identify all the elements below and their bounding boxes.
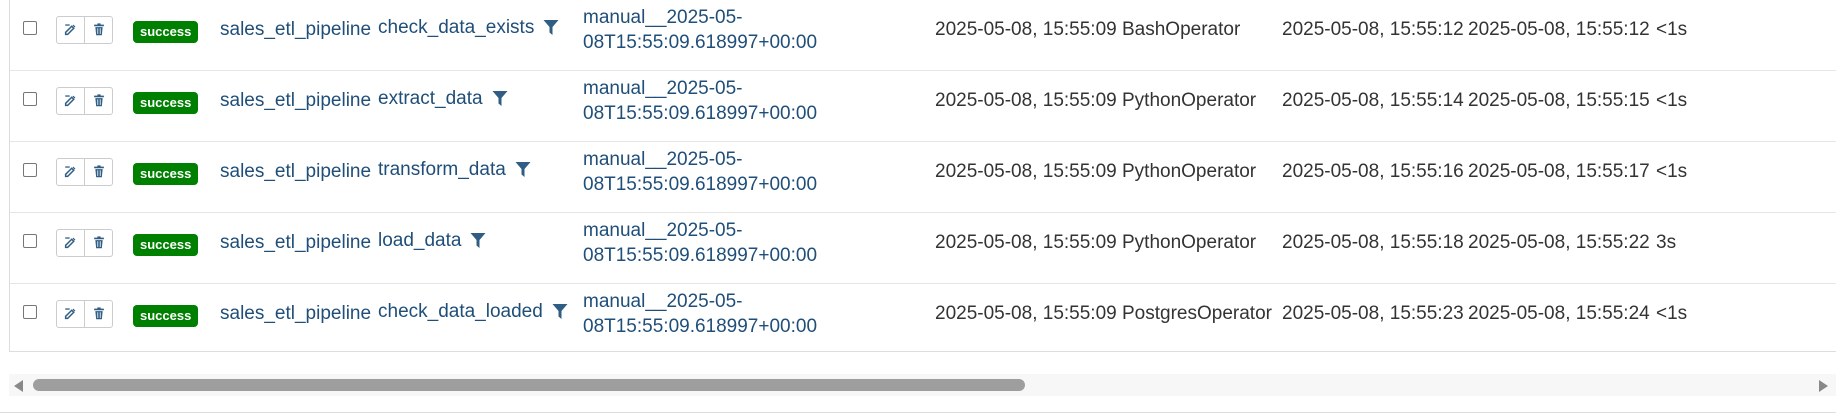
task-id-cell: check_data_exists	[378, 15, 559, 40]
trash-icon	[93, 231, 105, 256]
task-id-cell: transform_data	[378, 157, 531, 182]
run-id-link[interactable]: manual__2025-05-08T15:55:09.618997+00:00	[583, 147, 843, 197]
execution-date: 2025-05-08, 15:55:09	[935, 232, 1117, 253]
trash-icon	[93, 18, 105, 43]
table-row: success sales_etl_pipeline check_data_ex…	[10, 0, 1836, 71]
start-date: 2025-05-08, 15:55:12	[1282, 19, 1464, 40]
edit-icon	[64, 160, 77, 185]
end-date: 2025-05-08, 15:55:17	[1468, 161, 1650, 182]
trash-icon	[93, 160, 105, 185]
run-id-link[interactable]: manual__2025-05-08T15:55:09.618997+00:00	[583, 5, 843, 55]
scroll-right-arrow-icon[interactable]	[1819, 380, 1828, 392]
run-id-link[interactable]: manual__2025-05-08T15:55:09.618997+00:00	[583, 289, 843, 339]
start-date: 2025-05-08, 15:55:16	[1282, 161, 1464, 182]
dag-id-link[interactable]: sales_etl_pipeline	[220, 230, 371, 255]
dag-id-link[interactable]: sales_etl_pipeline	[220, 17, 371, 42]
edit-icon	[64, 302, 77, 327]
horizontal-scrollbar[interactable]	[9, 374, 1836, 396]
run-id-link[interactable]: manual__2025-05-08T15:55:09.618997+00:00	[583, 76, 843, 126]
edit-icon	[64, 89, 77, 114]
start-date: 2025-05-08, 15:55:18	[1282, 232, 1464, 253]
start-date: 2025-05-08, 15:55:23	[1282, 303, 1464, 324]
dag-id-link[interactable]: sales_etl_pipeline	[220, 159, 371, 184]
task-id-link[interactable]: load_data	[378, 228, 461, 253]
row-actions	[56, 300, 113, 328]
task-id-link[interactable]: transform_data	[378, 157, 506, 182]
delete-button[interactable]	[84, 88, 112, 114]
status-badge: success	[133, 234, 199, 256]
row-actions	[56, 229, 113, 257]
row-actions	[56, 87, 113, 115]
row-select-checkbox[interactable]	[23, 305, 37, 319]
edit-icon	[64, 231, 77, 256]
trash-icon	[93, 302, 105, 327]
end-date: 2025-05-08, 15:55:24	[1468, 303, 1650, 324]
dag-id-link[interactable]: sales_etl_pipeline	[220, 301, 371, 326]
edit-icon	[64, 18, 77, 43]
execution-date: 2025-05-08, 15:55:09	[935, 303, 1117, 324]
filter-icon[interactable]	[543, 19, 559, 36]
end-date: 2025-05-08, 15:55:22	[1468, 232, 1650, 253]
row-select-checkbox[interactable]	[23, 163, 37, 177]
edit-button[interactable]	[57, 88, 84, 114]
edit-button[interactable]	[57, 17, 84, 43]
operator-name: PythonOperator	[1122, 90, 1257, 111]
edit-button[interactable]	[57, 301, 84, 327]
status-badge: success	[133, 92, 199, 114]
status-badge: success	[133, 163, 199, 185]
delete-button[interactable]	[84, 159, 112, 185]
table-row: success sales_etl_pipeline load_data man…	[10, 213, 1836, 284]
operator-name: PostgresOperator	[1122, 303, 1272, 324]
delete-button[interactable]	[84, 17, 112, 43]
task-instance-list: success sales_etl_pipeline check_data_ex…	[0, 0, 1836, 415]
row-actions	[56, 16, 113, 44]
filter-icon[interactable]	[515, 161, 531, 178]
filter-icon[interactable]	[470, 232, 486, 249]
filter-icon[interactable]	[492, 90, 508, 107]
trash-icon	[93, 89, 105, 114]
table-row: success sales_etl_pipeline transform_dat…	[10, 142, 1836, 213]
row-actions	[56, 158, 113, 186]
filter-icon[interactable]	[552, 303, 568, 320]
run-id-link[interactable]: manual__2025-05-08T15:55:09.618997+00:00	[583, 218, 843, 268]
row-select-checkbox[interactable]	[23, 92, 37, 106]
start-date: 2025-05-08, 15:55:14	[1282, 90, 1464, 111]
execution-date: 2025-05-08, 15:55:09	[935, 19, 1117, 40]
task-id-link[interactable]: check_data_loaded	[378, 299, 543, 324]
duration: <1s	[1656, 161, 1688, 182]
table-row: success sales_etl_pipeline extract_data …	[10, 71, 1836, 142]
task-id-cell: check_data_loaded	[378, 299, 568, 324]
operator-name: PythonOperator	[1122, 232, 1257, 253]
row-select-checkbox[interactable]	[23, 234, 37, 248]
status-badge: success	[133, 21, 199, 43]
duration: <1s	[1656, 19, 1688, 40]
delete-button[interactable]	[84, 230, 112, 256]
row-select-checkbox[interactable]	[23, 21, 37, 35]
table-row: success sales_etl_pipeline check_data_lo…	[10, 284, 1836, 354]
operator-name: BashOperator	[1122, 19, 1241, 40]
task-id-cell: extract_data	[378, 86, 508, 111]
task-id-link[interactable]: extract_data	[378, 86, 483, 111]
scrollbar-thumb[interactable]	[33, 379, 1025, 391]
edit-button[interactable]	[57, 230, 84, 256]
divider	[0, 412, 1836, 413]
duration: <1s	[1656, 90, 1688, 111]
task-id-cell: load_data	[378, 228, 486, 253]
task-id-link[interactable]: check_data_exists	[378, 15, 534, 40]
task-instance-table: success sales_etl_pipeline check_data_ex…	[9, 0, 1836, 352]
end-date: 2025-05-08, 15:55:12	[1468, 19, 1650, 40]
scroll-left-arrow-icon[interactable]	[14, 380, 23, 392]
edit-button[interactable]	[57, 159, 84, 185]
execution-date: 2025-05-08, 15:55:09	[935, 161, 1117, 182]
status-badge: success	[133, 305, 199, 327]
duration: 3s	[1656, 232, 1677, 253]
execution-date: 2025-05-08, 15:55:09	[935, 90, 1117, 111]
end-date: 2025-05-08, 15:55:15	[1468, 90, 1650, 111]
dag-id-link[interactable]: sales_etl_pipeline	[220, 88, 371, 113]
duration: <1s	[1656, 303, 1688, 324]
operator-name: PythonOperator	[1122, 161, 1257, 182]
delete-button[interactable]	[84, 301, 112, 327]
